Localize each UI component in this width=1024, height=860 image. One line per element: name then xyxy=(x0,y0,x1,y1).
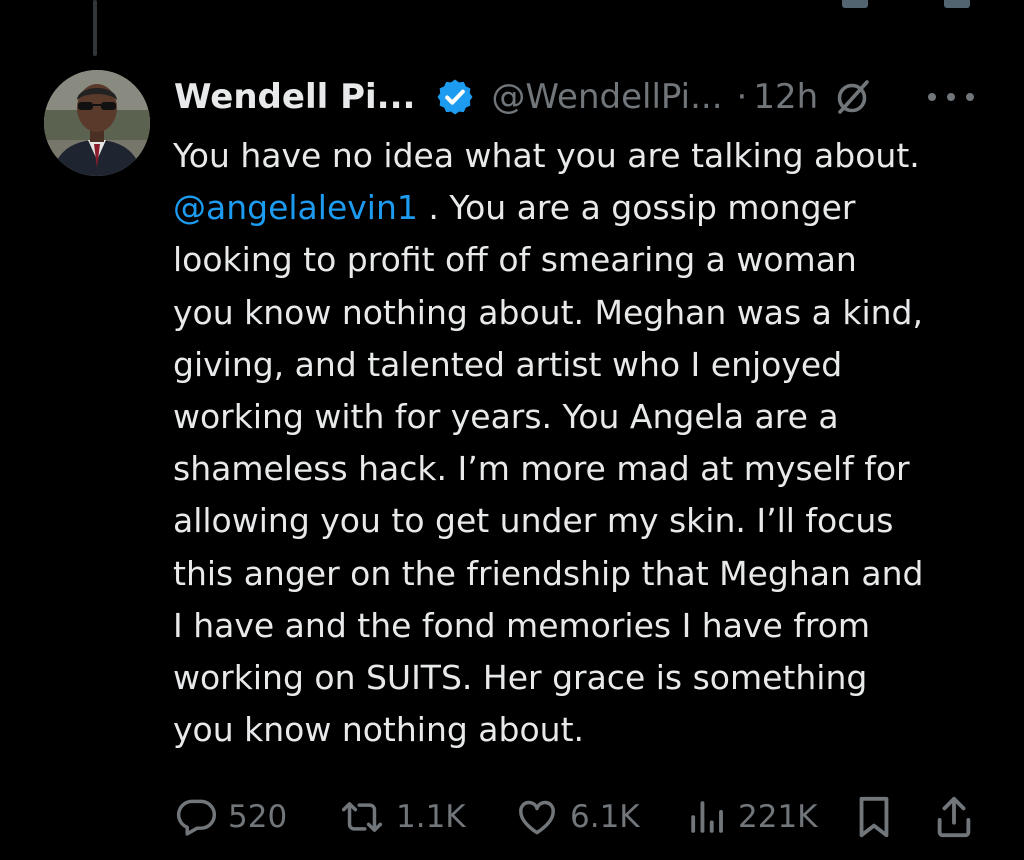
views-button[interactable]: 221K xyxy=(686,792,818,842)
tweet-text-line: You have no idea what you are talking ab… xyxy=(173,136,920,175)
author-name[interactable]: Wendell Pi... xyxy=(174,77,415,117)
tweet-text-line: allowing you to get under my skin. I’ll … xyxy=(173,501,894,541)
like-count: 6.1K xyxy=(570,799,640,835)
tweet-text: You have no idea what you are talking ab… xyxy=(173,130,1003,756)
repost-icon xyxy=(338,795,386,839)
tweet-text-line: this anger on the friendship that Meghan… xyxy=(173,553,924,593)
tweet-text-line: looking to profit off of smearing a woma… xyxy=(173,240,857,280)
repost-count: 1.1K xyxy=(396,799,466,835)
tweet-text-line: working with for years. You Angela are a xyxy=(173,397,839,437)
previous-tweet-icon-edge xyxy=(944,0,970,8)
grok-icon[interactable] xyxy=(832,77,872,117)
tweet-text-line: I have and the fond memories I have from xyxy=(173,605,871,645)
tweet-text-line: giving, and talented artist who I enjoye… xyxy=(173,344,843,384)
share-button[interactable] xyxy=(934,792,974,842)
share-icon xyxy=(934,794,974,840)
tweet-text-segment: . You are a gossip monger xyxy=(428,188,856,228)
repost-button[interactable]: 1.1K xyxy=(338,792,466,842)
author-handle[interactable]: @WendellPi... xyxy=(491,77,722,117)
reply-count: 520 xyxy=(228,799,288,835)
bookmark-icon xyxy=(854,794,894,840)
like-button[interactable]: 6.1K xyxy=(514,792,640,842)
previous-tweet-icon-edge xyxy=(842,0,868,8)
more-icon[interactable] xyxy=(928,84,974,110)
tweet-text-line: @angelalevin1 . You are a gossip monger xyxy=(173,182,1003,234)
tweet-text-line: shameless hack. I’m more mad at myself f… xyxy=(173,449,910,489)
tweet-text-line: you know nothing about. xyxy=(173,710,585,750)
bookmark-button[interactable] xyxy=(854,792,894,842)
views-count: 221K xyxy=(738,799,818,835)
verified-badge-icon[interactable] xyxy=(435,77,475,117)
tweet-text-line: you know nothing about. Meghan was a kin… xyxy=(173,292,923,332)
timestamp[interactable]: 12h xyxy=(753,77,818,117)
mention-link[interactable]: @angelalevin1 xyxy=(173,188,418,227)
avatar[interactable] xyxy=(44,70,150,176)
thread-connector-line xyxy=(93,0,97,56)
tweet-header: Wendell Pi... @WendellPi... · 12h xyxy=(174,72,872,122)
tweet-action-bar: 520 1.1K 6.1K 221K xyxy=(0,792,1024,842)
header-separator: · xyxy=(736,77,748,117)
heart-icon xyxy=(514,795,560,839)
tweet-text-line: working on SUITS. Her grace is something xyxy=(173,658,868,698)
avatar-photo xyxy=(44,70,150,176)
reply-icon xyxy=(174,795,218,839)
reply-button[interactable]: 520 xyxy=(174,792,287,842)
views-chart-icon xyxy=(686,795,728,839)
